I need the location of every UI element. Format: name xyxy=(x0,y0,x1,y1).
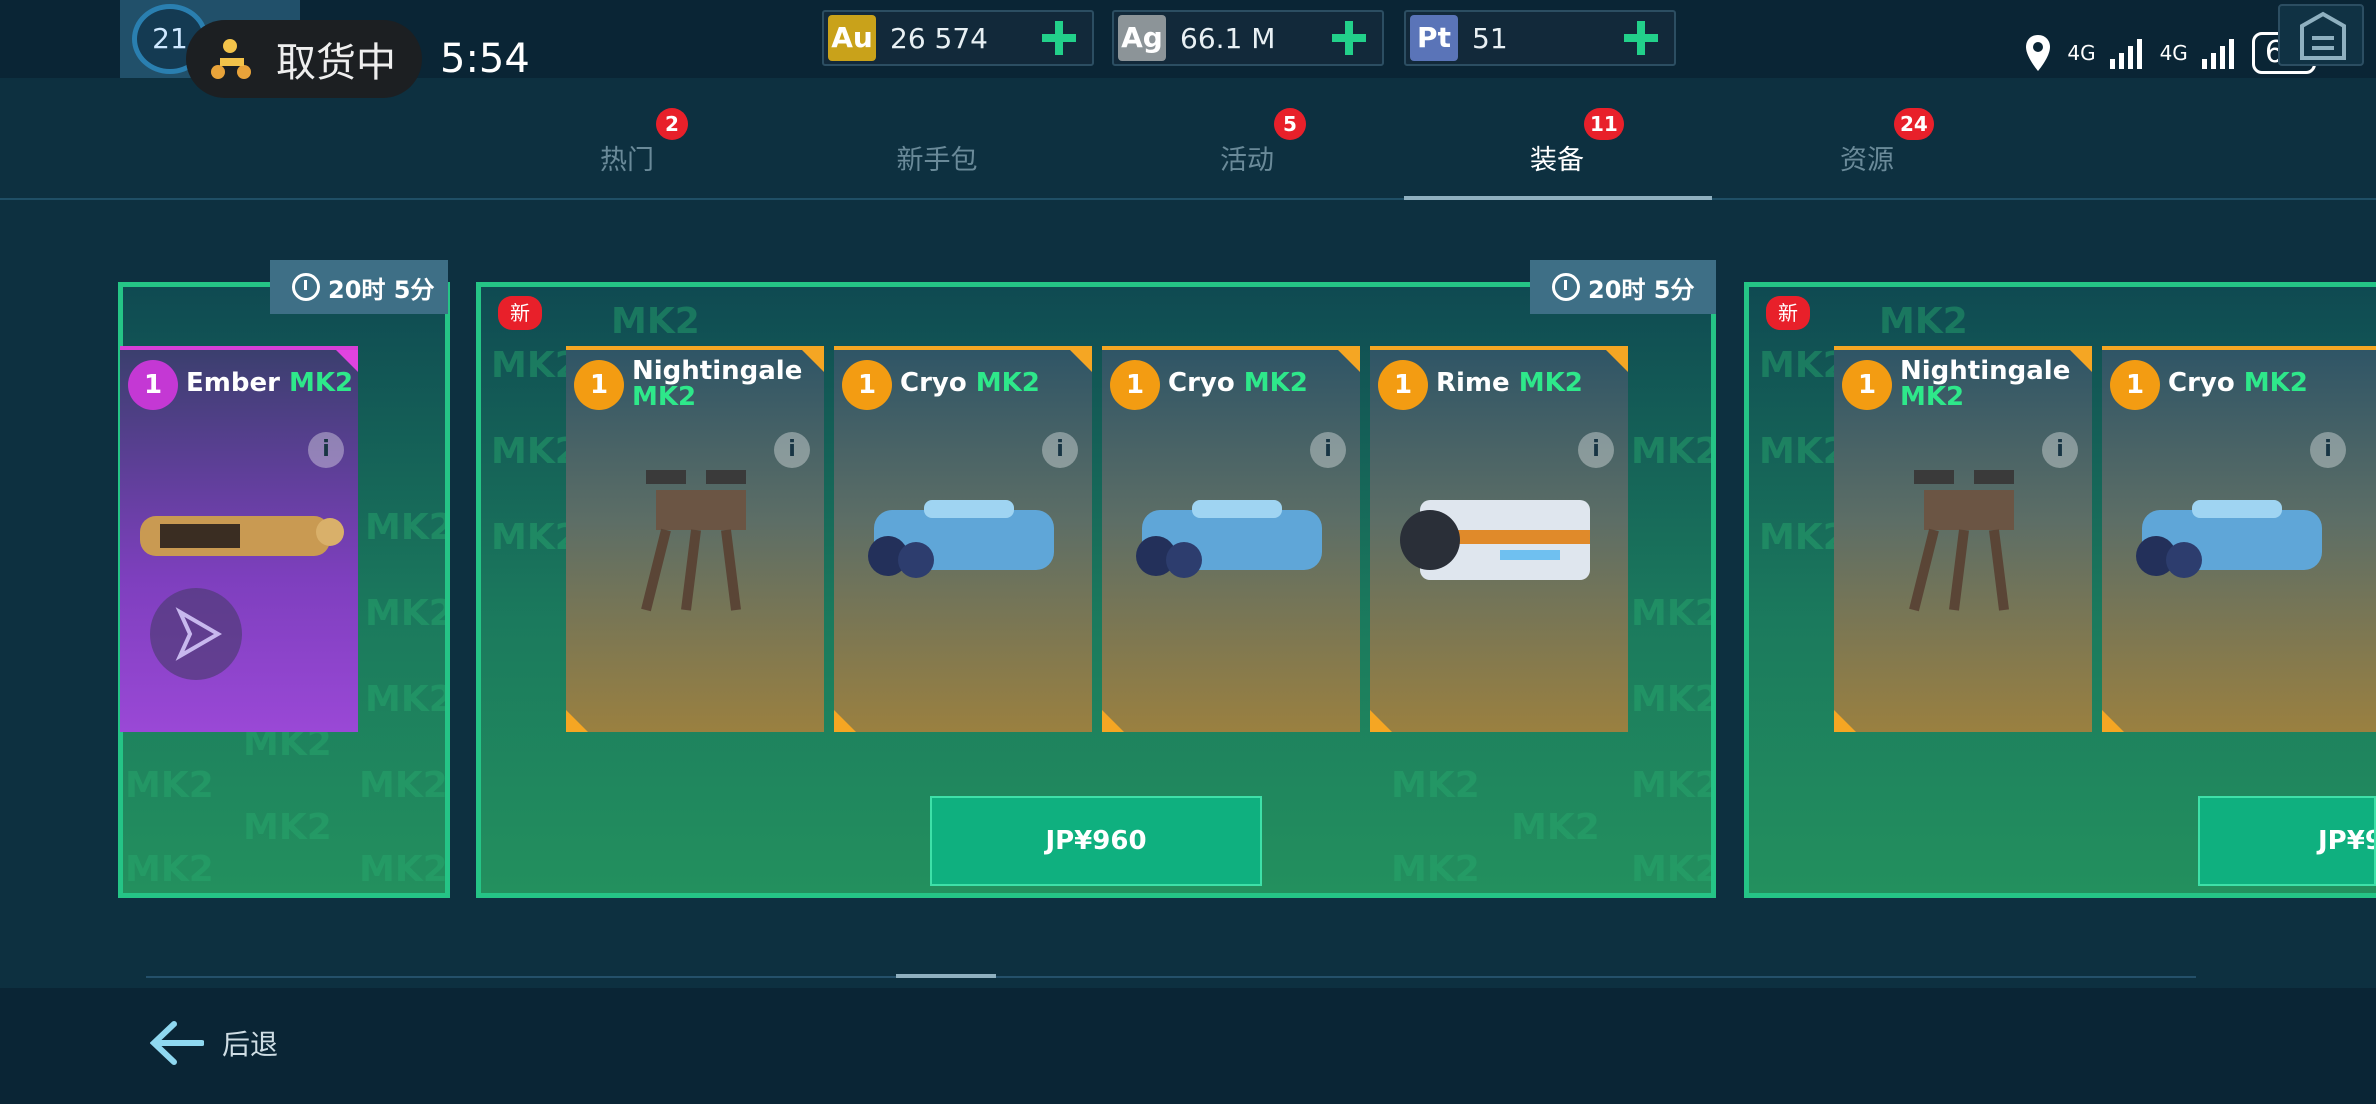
item-name: Nightingale MK2 xyxy=(1900,356,2071,412)
rarity-corner xyxy=(1606,350,1628,372)
tab-equipment[interactable]: 装备 xyxy=(1402,138,1712,177)
tab-equipment-badge: 11 xyxy=(1584,108,1624,140)
item-count: 1 xyxy=(842,360,892,410)
add-platinum-button[interactable] xyxy=(1624,21,1658,55)
shop-icon[interactable] xyxy=(2278,4,2364,66)
item-name: Cryo MK2 xyxy=(2168,368,2308,398)
buy-button[interactable]: JP¥960 xyxy=(930,796,1262,886)
rarity-corner-bottom xyxy=(1102,710,1124,732)
item-name: Ember MK2 xyxy=(186,368,354,398)
play-icon[interactable] xyxy=(148,586,244,682)
add-gold-button[interactable] xyxy=(1042,21,1076,55)
tab-hot[interactable]: 热门 xyxy=(472,138,782,177)
rarity-corner-bottom xyxy=(1834,710,1856,732)
location-icon xyxy=(2026,35,2051,71)
item-name: Cryo MK2 xyxy=(1168,368,1308,398)
gold-icon: Au xyxy=(828,15,876,61)
cryo-weapon-icon xyxy=(868,500,1054,578)
tab-resources[interactable]: 资源 xyxy=(1712,138,2022,177)
gold-amount: 26 574 xyxy=(890,21,988,55)
nightingale-robot-icon xyxy=(641,470,746,612)
currency-gold: Au 26 574 xyxy=(822,10,1094,66)
item-count: 1 xyxy=(1842,360,1892,410)
tab-events-badge: 5 xyxy=(1274,108,1306,140)
item-card-cryo-1[interactable]: 1 Cryo MK2 i xyxy=(834,346,1092,732)
new-offer-badge: 新 xyxy=(1766,296,1810,330)
tab-hot-badge: 2 xyxy=(656,108,688,140)
buy-button-2[interactable]: JP¥9 xyxy=(2198,796,2376,886)
horizontal-scrollbar[interactable] xyxy=(146,976,2196,978)
rarity-corner xyxy=(2070,350,2092,372)
footer-bar xyxy=(0,988,2376,1104)
currency-platinum: Pt 51 xyxy=(1404,10,1676,66)
item-count: 1 xyxy=(1110,360,1160,410)
clock-icon xyxy=(292,273,320,301)
nightingale-robot-icon xyxy=(1909,470,2014,612)
item-name: Cryo MK2 xyxy=(900,368,1040,398)
signal-icon xyxy=(2109,39,2142,69)
delivery-scooter-icon xyxy=(206,36,256,82)
network-label-1: 4G xyxy=(2067,41,2096,65)
rarity-corner xyxy=(802,350,824,372)
item-name: Nightingale MK2 xyxy=(632,356,803,412)
back-label: 后退 xyxy=(222,1028,279,1061)
item-count: 1 xyxy=(1378,360,1428,410)
offer-1-timer: 20时 5分 xyxy=(270,260,448,314)
silver-icon: Ag xyxy=(1118,15,1166,61)
item-card-nightingale[interactable]: 1 Nightingale MK2 i xyxy=(566,346,824,732)
tab-starter-pack[interactable]: 新手包 xyxy=(782,138,1092,177)
network-label-2: 4G xyxy=(2159,41,2188,65)
item-card-cryo[interactable]: 1 Cryo MK2 i xyxy=(2102,346,2376,732)
silver-amount: 66.1 M xyxy=(1180,21,1276,55)
item-name: Rime MK2 xyxy=(1436,368,1583,398)
category-tabs: 热门 2 新手包 活动 5 装备 11 资源 24 xyxy=(0,78,2376,200)
rime-weapon-icon xyxy=(1400,500,1590,580)
active-tab-indicator xyxy=(1404,196,1712,200)
rarity-corner xyxy=(1338,350,1360,372)
item-card-rime[interactable]: 1 Rime MK2 i xyxy=(1370,346,1628,732)
rarity-corner-bottom xyxy=(834,710,856,732)
back-button[interactable]: 后退 xyxy=(150,1020,278,1066)
rarity-corner-bottom xyxy=(1370,710,1392,732)
item-count: 1 xyxy=(2110,360,2160,410)
new-offer-badge: 新 xyxy=(498,296,542,330)
currency-silver: Ag 66.1 M xyxy=(1112,10,1384,66)
rarity-corner xyxy=(1070,350,1092,372)
system-clock: 5:54 xyxy=(440,36,530,82)
offer-2-timer: 20时 5分 xyxy=(1530,260,1716,314)
scrollbar-thumb[interactable] xyxy=(896,974,996,978)
rarity-corner-bottom xyxy=(566,710,588,732)
rarity-corner xyxy=(336,350,358,372)
item-card-cryo-2[interactable]: 1 Cryo MK2 i xyxy=(1102,346,1360,732)
cryo-weapon-icon xyxy=(2136,500,2322,578)
tab-events[interactable]: 活动 xyxy=(1092,138,1402,177)
signal-icon-2 xyxy=(2201,39,2234,69)
item-count: 1 xyxy=(574,360,624,410)
rarity-corner-bottom xyxy=(2102,710,2124,732)
tab-resources-badge: 24 xyxy=(1894,108,1934,140)
cryo-weapon-icon xyxy=(1136,500,1322,578)
item-card-ember[interactable]: 1 Ember MK2 i xyxy=(120,346,358,732)
item-card-nightingale[interactable]: 1 Nightingale MK2 i xyxy=(1834,346,2092,732)
platinum-icon: Pt xyxy=(1410,15,1458,61)
platinum-amount: 51 xyxy=(1472,21,1508,55)
add-silver-button[interactable] xyxy=(1332,21,1366,55)
arrow-left-icon xyxy=(150,1021,204,1065)
item-count: 1 xyxy=(128,360,178,410)
clock-icon xyxy=(1552,273,1580,301)
